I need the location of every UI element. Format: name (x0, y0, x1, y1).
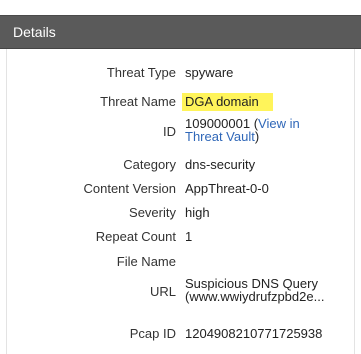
file-name-label: File Name (116, 254, 176, 269)
id-value: 109000001 (View in Threat Vault) (185, 117, 300, 143)
id-label: ID (163, 124, 176, 139)
pcap-id-value[interactable]: 1204908210771725938 (185, 326, 322, 341)
url-value: Suspicious DNS Query (www.wwiydrufzpbd2e… (185, 277, 324, 303)
content-version-value: AppThreat-0-0 (185, 181, 269, 196)
category-label: Category (123, 157, 176, 172)
pcap-id-label: Pcap ID (129, 326, 176, 341)
url-line2: (www.wwiydrufzpbd2e... (185, 289, 325, 304)
id-link-close: ) (254, 129, 260, 144)
details-body (6, 49, 355, 354)
details-panel: Details Threat Type spyware Threat Name … (0, 0, 361, 354)
threat-name-value: DGA domain (182, 93, 273, 111)
severity-value: high (185, 205, 210, 220)
view-in-threat-vault-link-line2[interactable]: Threat Vault (185, 129, 255, 144)
severity-label: Severity (129, 205, 176, 220)
threat-type-value: spyware (185, 65, 234, 80)
threat-name-highlight: DGA domain (182, 93, 273, 111)
view-in-threat-vault-link-line1[interactable]: View in (258, 116, 300, 131)
content-version-label: Content Version (83, 181, 176, 196)
panel-header: Details (0, 15, 361, 49)
repeat-count-value: 1 (185, 229, 193, 244)
panel-title: Details (13, 24, 56, 40)
threat-type-label: Threat Type (106, 65, 176, 80)
category-value: dns-security (185, 157, 256, 172)
url-label: URL (149, 284, 176, 299)
repeat-count-label: Repeat Count (95, 229, 176, 244)
threat-name-label: Threat Name (100, 94, 176, 109)
